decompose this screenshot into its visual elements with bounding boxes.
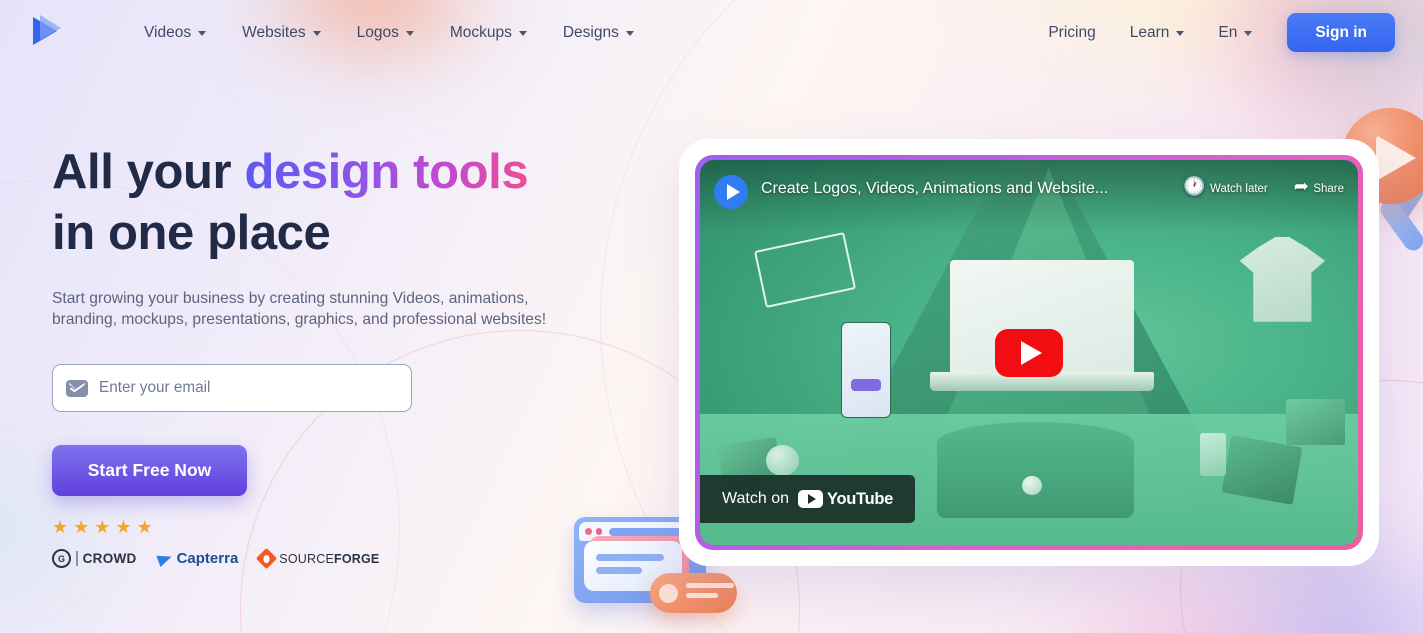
share-button[interactable]: ➦ Share: [1294, 175, 1344, 197]
youtube-actions: 🕐 Watch later ➦ Share: [1183, 175, 1344, 197]
primary-nav: Videos Websites Logos Mockups Designs: [126, 18, 652, 48]
star-icon: ★: [73, 517, 90, 537]
site-header: Videos Websites Logos Mockups Designs Pr…: [0, 0, 1423, 65]
star-icon: ★: [94, 517, 111, 537]
headline-plain-1: All your: [52, 145, 245, 199]
sf-light: SOURCE: [279, 551, 334, 566]
scene-tshirt: [1239, 237, 1326, 322]
logo-svg: [33, 14, 61, 45]
decor-lines: [686, 583, 734, 603]
chevron-down-icon: [405, 31, 414, 36]
decor-blob-pink-bottomright: [1040, 560, 1340, 633]
chevron-down-icon: [198, 31, 207, 36]
sf-bold: FORGE: [333, 551, 380, 566]
scene-phone: [841, 321, 891, 418]
nav-item-label: Logos: [356, 23, 399, 41]
headline-gradient: design tools: [244, 145, 529, 199]
nav-item-label: Websites: [242, 23, 306, 41]
nav-item-designs[interactable]: Designs: [545, 18, 652, 48]
sourceforge-label: SOURCEFORGE: [279, 552, 379, 566]
watch-on-label: Watch on: [722, 490, 789, 507]
scene-hanger: [754, 231, 857, 308]
language-label: En: [1218, 23, 1238, 41]
decor-circle: [659, 583, 678, 603]
watch-on-youtube-button[interactable]: Watch on YouTube: [700, 475, 916, 523]
chevron-down-icon: [1244, 31, 1253, 36]
channel-avatar-icon[interactable]: [714, 175, 748, 209]
watch-later-label: Watch later: [1210, 183, 1268, 195]
capterra-icon: [155, 550, 174, 567]
nav-item-label: Mockups: [449, 23, 512, 41]
video-card: Create Logos, Videos, Animations and Web…: [679, 139, 1379, 566]
scene-bottle: [1200, 433, 1227, 476]
envelope-icon: [66, 379, 88, 397]
video-title[interactable]: Create Logos, Videos, Animations and Web…: [761, 180, 1183, 198]
star-icon: ★: [136, 517, 153, 537]
start-free-now-button[interactable]: Start Free Now: [52, 445, 247, 496]
nav-item-label: Learn: [1129, 23, 1170, 41]
email-signup-row: [52, 364, 652, 412]
badge-capterra[interactable]: Capterra: [155, 550, 239, 567]
youtube-play-button[interactable]: [995, 328, 1063, 377]
scene-cube: [1221, 435, 1304, 505]
nav-item-pricing[interactable]: Pricing: [1031, 18, 1112, 48]
g2-icon: G: [52, 549, 71, 568]
decor-line: [686, 583, 734, 588]
star-icon: ★: [115, 517, 132, 537]
decor-line: [596, 567, 642, 574]
badge-g2-crowd[interactable]: G CROWD: [52, 549, 137, 568]
nav-item-videos[interactable]: Videos: [126, 18, 224, 48]
share-arrow-icon: ➦: [1293, 176, 1309, 196]
review-badges: G CROWD Capterra SOURCEFORGE: [52, 547, 652, 570]
headline-line-2: in one place: [52, 206, 331, 260]
star-icon: ★: [52, 517, 69, 537]
scene-sphere: [1022, 475, 1043, 495]
scene-pedestal: [936, 421, 1135, 519]
scene-sphere: [765, 444, 799, 476]
hero-content: All your design tools in one place Start…: [52, 142, 652, 570]
decor-pill-orange: [650, 573, 737, 613]
scene-cube: [1285, 398, 1345, 445]
youtube-play-icon: [798, 490, 823, 508]
clock-icon: 🕐: [1183, 176, 1206, 196]
email-input[interactable]: [99, 379, 398, 397]
youtube-overlay-top: Create Logos, Videos, Animations and Web…: [700, 160, 1358, 232]
g2-crowd-label: CROWD: [82, 551, 137, 566]
play-triangle-logo[interactable]: [27, 14, 63, 52]
chevron-down-icon: [518, 31, 527, 36]
nav-item-label: Designs: [562, 23, 619, 41]
watch-later-button[interactable]: 🕐 Watch later: [1183, 175, 1268, 197]
share-label: Share: [1313, 183, 1344, 195]
chevron-down-icon: [312, 31, 321, 36]
nav-item-learn[interactable]: Learn: [1113, 18, 1202, 48]
sign-in-button[interactable]: Sign in: [1287, 13, 1395, 52]
nav-item-websites[interactable]: Websites: [224, 18, 338, 48]
chevron-down-icon: [1176, 31, 1185, 36]
scene-phone-button: [851, 379, 881, 391]
capterra-label: Capterra: [176, 550, 239, 567]
nav-item-label: Pricing: [1048, 23, 1096, 41]
badge-sourceforge[interactable]: SOURCEFORGE: [256, 547, 379, 570]
sourceforge-icon: [256, 547, 278, 570]
email-field-wrapper[interactable]: [52, 364, 412, 412]
nav-item-mockups[interactable]: Mockups: [432, 18, 545, 48]
nav-item-logos[interactable]: Logos: [339, 18, 432, 48]
rating-stars: ★ ★ ★ ★ ★: [52, 518, 652, 536]
youtube-wordmark: YouTube: [827, 489, 894, 508]
landing-page: Videos Websites Logos Mockups Designs Pr…: [0, 0, 1423, 633]
nav-item-label: Videos: [144, 23, 192, 41]
video-player[interactable]: Create Logos, Videos, Animations and Web…: [700, 160, 1358, 545]
secondary-nav: Pricing Learn En Sign in: [1031, 13, 1395, 52]
divider: [76, 551, 78, 566]
youtube-logo: YouTube: [798, 490, 893, 509]
page-title: All your design tools in one place: [52, 142, 652, 264]
hero-subtitle: Start growing your business by creating …: [52, 290, 547, 328]
decor-line: [686, 593, 718, 598]
language-selector[interactable]: En: [1201, 18, 1269, 48]
video-gradient-border: Create Logos, Videos, Animations and Web…: [695, 155, 1363, 550]
chevron-down-icon: [625, 31, 634, 36]
g2-mark: G: [57, 553, 65, 564]
